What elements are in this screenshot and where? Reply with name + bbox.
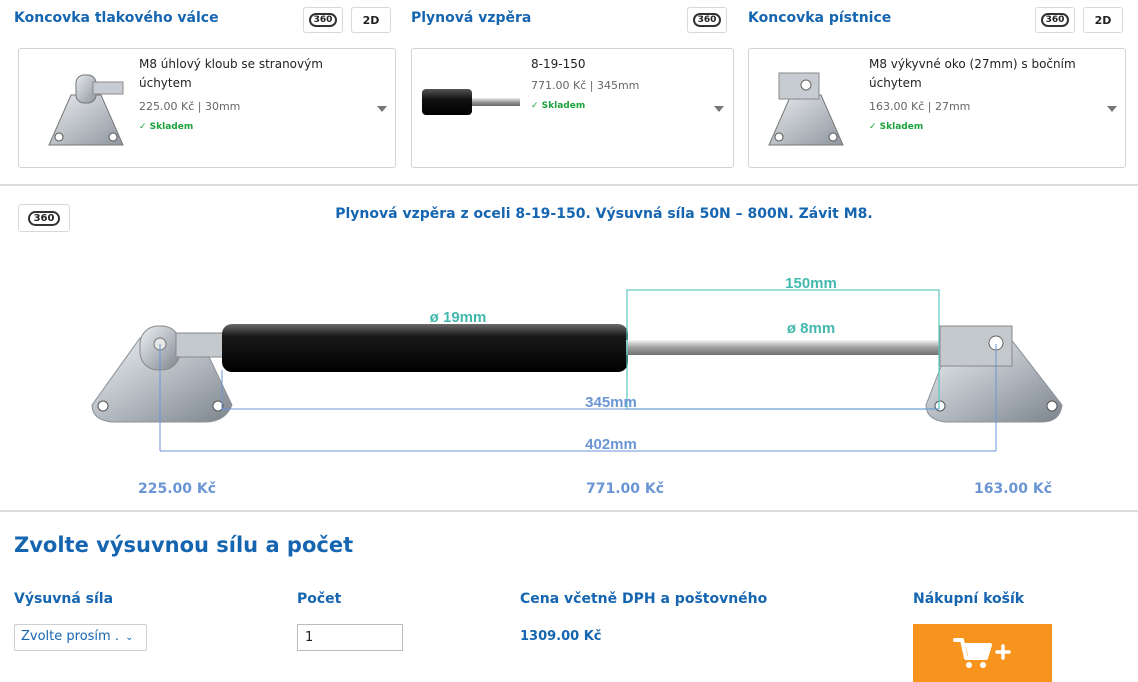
total-price: 1309.00 Kč [520,629,602,644]
divider [0,184,1138,186]
product-card-rod-end[interactable]: M8 výkyvné oko (27mm) s bočním úchytem 1… [748,48,1126,168]
view-2d-button[interactable]: 2D [1083,7,1123,33]
quantity-input[interactable] [297,624,403,651]
product-meta: 163.00 Kč | 27mm [869,100,971,113]
gas-spring-diagram: 150mm ø 19mm ø 8mm 345mm 402mm [91,275,1063,453]
length-label: 345mm [585,394,637,411]
product-card-gas-spring[interactable]: 8-19-150 771.00 Kč | 345mm ✓ Skladem [411,48,734,168]
stock-badge: ✓ Skladem [869,122,924,132]
product-name-line2: úchytem [869,76,922,90]
rotate-360-icon: 360 [308,13,338,27]
product-meta: 771.00 Kč | 345mm [531,79,640,92]
price-gas-spring: 771.00 Kč [586,481,665,497]
chevron-down-icon[interactable] [1107,106,1117,112]
stock-badge: ✓ Skladem [531,101,586,111]
product-title: Plynová vzpěra z oceli 8-19-150. Výsuvná… [335,206,873,222]
rotate-360-icon: 360 [1040,13,1070,27]
force-select[interactable]: Zvolte prosím . ⌄ [14,624,147,651]
rotate-360-icon: 360 [692,13,722,27]
gas-spring-image [422,89,520,115]
cart-plus-icon [952,638,1011,668]
stroke-label: 150mm [785,275,837,292]
column-title-cylinder-end: Koncovka tlakového válce [14,10,219,26]
cart-label: Nákupní košík [913,591,1025,607]
view-360-button[interactable]: 360 [687,7,727,33]
force-select-value: Zvolte prosím . [21,629,119,644]
product-name: M8 úhlový kloub se stranovým [139,57,323,71]
stock-badge: ✓ Skladem [139,122,194,132]
divider [0,510,1138,512]
add-to-cart-button[interactable] [913,624,1052,682]
total-length-label: 402mm [585,436,637,453]
cylinder-body [222,324,628,372]
body-diameter-label: ø 19mm [430,309,487,326]
view-2d-button[interactable]: 2D [351,7,391,33]
price-rod-end: 163.00 Kč [974,481,1053,497]
product-name-line2: úchytem [139,76,192,90]
price-cylinder-end: 225.00 Kč [138,481,217,497]
order-heading: Zvolte výsuvnou sílu a počet [14,533,354,557]
product-card-cylinder-end[interactable]: M8 úhlový kloub se stranovým úchytem 225… [18,48,396,168]
angle-joint-image [48,74,124,146]
product-name: M8 výkyvné oko (27mm) s bočním [869,57,1076,71]
column-title-gas-spring: Plynová vzpěra [411,10,532,26]
qty-label: Počet [297,591,342,607]
eye-joint-image [768,72,844,146]
product-meta: 225.00 Kč | 30mm [139,100,241,113]
chevron-down-icon[interactable] [377,106,387,112]
product-name: 8-19-150 [531,57,586,71]
chevron-down-icon[interactable] [714,106,724,112]
rod-diameter-label: ø 8mm [787,320,835,337]
column-title-rod-end: Koncovka pístnice [748,10,892,26]
view-360-button[interactable]: 360 [303,7,343,33]
piston-rod [626,340,944,355]
view-360-button[interactable]: 360 [1035,7,1075,33]
price-label: Cena včetně DPH a poštovného [520,591,768,607]
force-label: Výsuvná síla [14,591,114,607]
chevron-down-icon: ⌄ [125,632,134,643]
